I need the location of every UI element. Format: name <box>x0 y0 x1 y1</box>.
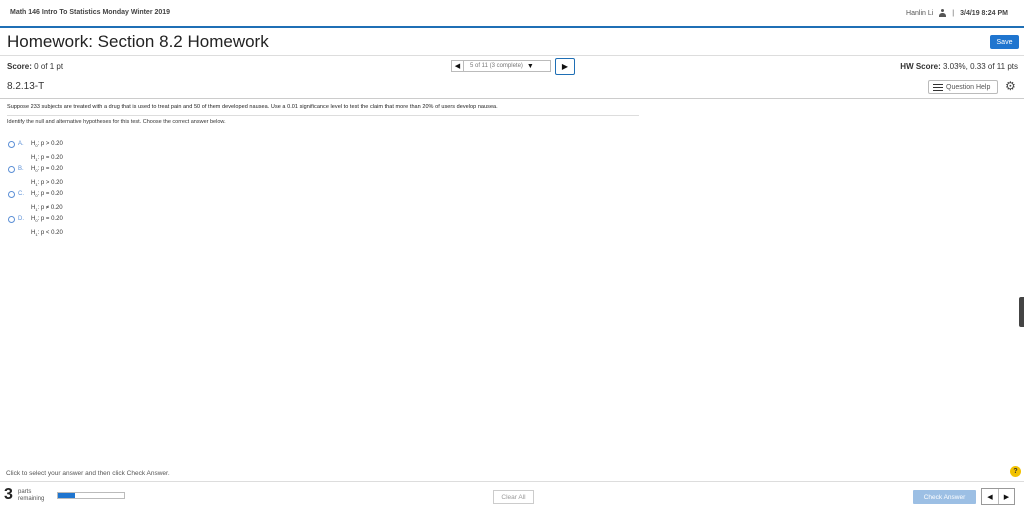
course-title: Math 146 Intro To Statistics Monday Wint… <box>10 9 171 16</box>
gear-icon[interactable]: ⚙ <box>1005 79 1016 93</box>
divider <box>0 98 1024 99</box>
question-select[interactable]: 5 of 11 (3 complete) ▼ <box>463 60 551 72</box>
option-letter: A. <box>18 141 24 147</box>
radio-button[interactable] <box>8 166 15 173</box>
user-name[interactable]: Hanlin Li <box>906 10 933 17</box>
option-letter: D. <box>18 216 24 222</box>
next-button[interactable]: ▶ <box>998 489 1014 504</box>
question-instruction: Identify the null and alternative hypoth… <box>7 119 226 125</box>
person-icon[interactable] <box>939 9 947 17</box>
h0-value: p > 0.20 <box>40 141 63 147</box>
hw-score-label: HW Score: <box>900 62 941 71</box>
h0-value: p = 0.20 <box>40 216 63 222</box>
score-label: Score: <box>7 62 32 71</box>
scroll-handle[interactable] <box>1019 297 1024 327</box>
hypotheses: H0: p = 0.20 H1: p < 0.20 <box>31 216 63 238</box>
hw-score-value: 3.03%, 0.33 of 11 pts <box>942 62 1018 71</box>
top-bar: Math 146 Intro To Statistics Monday Wint… <box>0 0 1024 28</box>
question-help-button[interactable]: Question Help <box>928 80 998 94</box>
h1-value: p < 0.20 <box>40 230 63 237</box>
parts-remaining-count: 3 <box>4 486 13 503</box>
parts-remaining-label: parts remaining <box>18 489 45 502</box>
h1-value: p > 0.20 <box>40 180 63 187</box>
hw-score: HW Score: 3.03%, 0.33 of 11 pts <box>900 62 1018 71</box>
next-question-button[interactable]: ▶ <box>555 57 575 75</box>
option-letter: C. <box>18 191 24 197</box>
clear-all-button[interactable]: Clear All <box>493 490 534 504</box>
user-area: Hanlin Li | 3/4/19 8:24 PM <box>906 9 1008 17</box>
bottom-navigator: ◀ ▶ <box>981 488 1015 505</box>
previous-button[interactable]: ◀ <box>982 489 998 504</box>
radio-button[interactable] <box>8 141 15 148</box>
caret-down-icon: ▼ <box>526 62 534 70</box>
question-navigator: ◀ 5 of 11 (3 complete) ▼ ▶ <box>451 57 575 75</box>
answer-option-d[interactable]: D. H0: p = 0.20 H1: p < 0.20 <box>8 216 63 241</box>
h1-value: p ≠ 0.20 <box>40 205 63 212</box>
radio-button[interactable] <box>8 191 15 198</box>
divider <box>0 481 1024 482</box>
question-prompt: Suppose 233 subjects are treated with a … <box>7 104 498 110</box>
h0-value: p = 0.20 <box>40 191 63 197</box>
radio-button[interactable] <box>8 216 15 223</box>
separator: | <box>952 9 955 17</box>
divider <box>0 55 1024 56</box>
hint-text: Click to select your answer and then cli… <box>6 470 170 477</box>
previous-question-button[interactable]: ◀ <box>451 60 463 72</box>
question-select-value: 5 of 11 (3 complete) <box>470 63 523 69</box>
h1-value: p = 0.20 <box>40 155 63 162</box>
help-icon[interactable]: ? <box>1010 466 1021 477</box>
check-answer-button[interactable]: Check Answer <box>913 490 976 504</box>
score: Score: 0 of 1 pt <box>7 62 63 71</box>
option-letter: B. <box>18 166 24 172</box>
question-id: 8.2.13-T <box>7 81 45 92</box>
list-icon <box>933 83 943 91</box>
save-button[interactable]: Save <box>990 35 1019 49</box>
page-title: Homework: Section 8.2 Homework <box>7 32 269 51</box>
progress-fill <box>58 493 75 498</box>
question-help-label: Question Help <box>946 83 991 91</box>
divider <box>7 115 639 116</box>
datetime: 3/4/19 8:24 PM <box>960 9 1008 17</box>
h0-value: p = 0.20 <box>40 166 63 172</box>
score-value: 0 of 1 pt <box>34 62 64 71</box>
progress-bar <box>57 492 125 499</box>
